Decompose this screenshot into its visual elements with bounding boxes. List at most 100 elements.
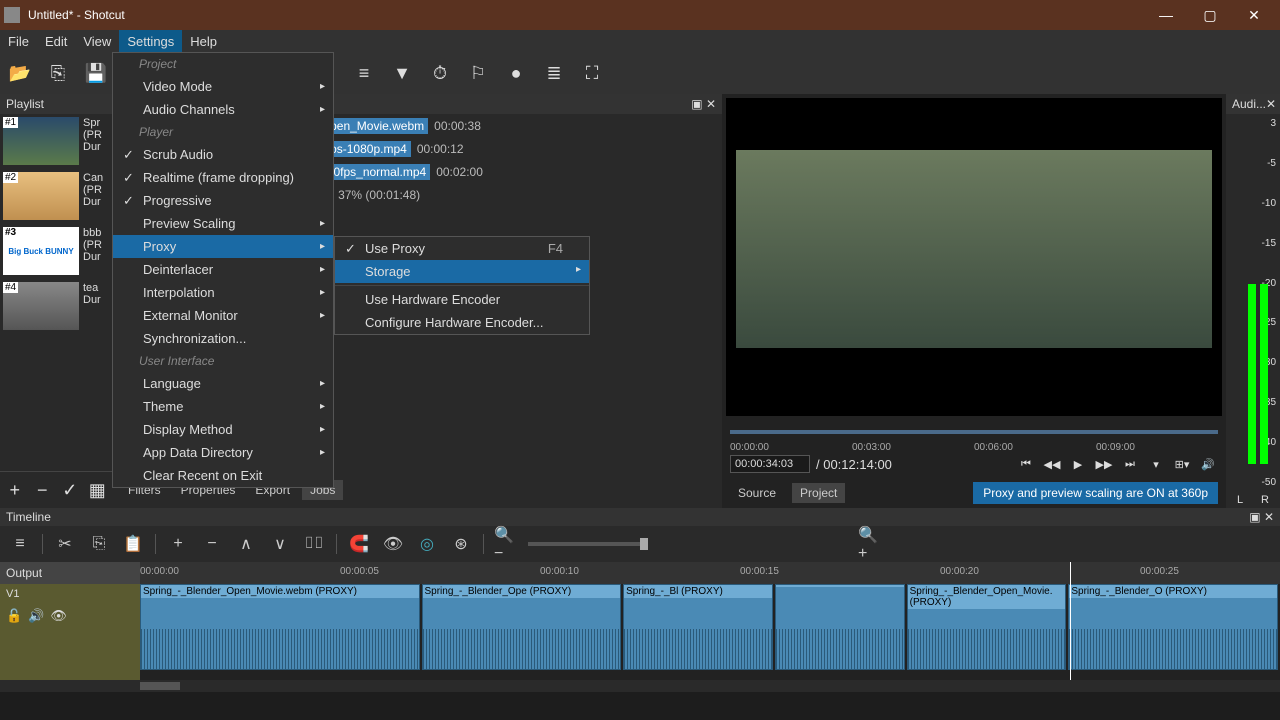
add-icon[interactable]: + (4, 476, 26, 504)
close-panel-icon[interactable]: ✕ (1264, 510, 1274, 524)
window-title: Untitled* - Shotcut (28, 8, 1144, 22)
menu-clear-recent[interactable]: Clear Recent on Exit (113, 464, 333, 487)
zoom-slider[interactable] (528, 542, 648, 546)
list-icon[interactable]: ≡ (350, 59, 378, 87)
snap-icon[interactable]: 🧲 (347, 532, 371, 556)
grid-icon[interactable]: ▦ (87, 476, 109, 504)
skip-end-icon[interactable]: ⏭ (1120, 454, 1140, 474)
menu-help[interactable]: Help (182, 30, 225, 52)
copy-icon[interactable]: ⎘ (87, 532, 111, 556)
grid-icon[interactable]: ⊞▾ (1172, 454, 1192, 474)
fullscreen-icon[interactable]: ⛶ (578, 59, 606, 87)
ripple-icon[interactable]: ◎ (415, 532, 439, 556)
menu-audio-channels[interactable]: Audio Channels▸ (113, 98, 333, 121)
close-panel-icon[interactable]: ✕ (706, 97, 716, 111)
timeline-clip[interactable] (775, 584, 905, 670)
timeline-clip[interactable]: Spring_-_Blender_Open_Movie.webm (PROXY) (140, 584, 420, 670)
current-time-input[interactable] (730, 455, 810, 473)
playhead[interactable] (1070, 562, 1071, 680)
hide-icon[interactable]: 👁 (50, 608, 67, 624)
menu-use-hw-encoder[interactable]: Use Hardware Encoder (335, 288, 589, 311)
skip-start-icon[interactable]: ⏮ (1016, 454, 1036, 474)
playlist-item[interactable]: #3Big Buck BUNNY bbb(PRDur (0, 224, 112, 279)
remove-icon[interactable]: − (32, 476, 54, 504)
menu-storage[interactable]: Storage▸ (335, 260, 589, 283)
menu-use-proxy[interactable]: ✓Use ProxyF4 (335, 237, 589, 260)
playlist-item[interactable]: #1 Spr(PRDur (0, 114, 112, 169)
lift-icon[interactable]: ∧ (234, 532, 258, 556)
filter-icon[interactable]: ▼ (388, 59, 416, 87)
menu-icon[interactable]: ≡ (8, 532, 32, 556)
menu-edit[interactable]: Edit (37, 30, 75, 52)
undock-icon[interactable]: ▣ (691, 97, 702, 111)
menu-file[interactable]: File (0, 30, 37, 52)
menu-video-mode[interactable]: Video Mode▸ (113, 75, 333, 98)
stack-icon[interactable]: ≣ (540, 59, 568, 87)
zoom-in-icon[interactable]: 🔍+ (858, 532, 882, 556)
minimize-button[interactable]: — (1144, 0, 1188, 30)
preview-panel: 00:00:00 00:03:00 00:06:00 00:09:00 / 00… (722, 94, 1226, 508)
split-icon[interactable]: ⌷⌷ (302, 532, 326, 556)
menu-display-method[interactable]: Display Method▸ (113, 418, 333, 441)
timeline-clip[interactable]: Spring_-_Bl (PROXY) (623, 584, 773, 670)
playlist-panel: Playlist #1 Spr(PRDur #2 Can(PRDur #3Big… (0, 94, 112, 508)
cut-icon[interactable]: ✂ (53, 532, 77, 556)
menu-view[interactable]: View (75, 30, 119, 52)
timeline-clip[interactable]: Spring_-_Blender_Ope (PROXY) (422, 584, 622, 670)
remove-icon[interactable]: − (200, 532, 224, 556)
menu-progressive[interactable]: ✓Progressive (113, 189, 333, 212)
menu-app-data[interactable]: App Data Directory▸ (113, 441, 333, 464)
app-icon (4, 7, 20, 23)
save-icon[interactable]: 💾 (82, 59, 110, 87)
record-icon[interactable]: ● (502, 59, 530, 87)
marker-icon[interactable]: ⚐ (464, 59, 492, 87)
check-icon[interactable]: ✓ (59, 476, 81, 504)
audio-meter-panel: Audi...✕ 3-5-10 -15-20-25 -30-35-40 -50 … (1226, 94, 1280, 508)
preview-ruler[interactable]: 00:00:00 00:03:00 00:06:00 00:09:00 (730, 420, 1218, 450)
tab-project[interactable]: Project (792, 483, 845, 503)
track-label[interactable]: V1 (0, 584, 140, 604)
lock-icon[interactable]: 🔓 (6, 608, 22, 624)
rewind-icon[interactable]: ◀◀ (1042, 454, 1062, 474)
undock-icon[interactable]: ▣ (1249, 510, 1260, 524)
close-button[interactable]: ✕ (1232, 0, 1276, 30)
menu-proxy[interactable]: Proxy▸ (113, 235, 333, 258)
maximize-button[interactable]: ▢ (1188, 0, 1232, 30)
append-icon[interactable]: ⎘ (44, 59, 72, 87)
titlebar: Untitled* - Shotcut — ▢ ✕ (0, 0, 1280, 30)
tab-source[interactable]: Source (730, 483, 784, 503)
menu-interpolation[interactable]: Interpolation▸ (113, 281, 333, 304)
menu-scrub-audio[interactable]: ✓Scrub Audio (113, 143, 333, 166)
menu-realtime[interactable]: ✓Realtime (frame dropping) (113, 166, 333, 189)
append-icon[interactable]: + (166, 532, 190, 556)
volume-icon[interactable]: 🔊 (1198, 454, 1218, 474)
timeline-ruler[interactable]: 00:00:00 00:00:05 00:00:10 00:00:15 00:0… (140, 562, 1280, 584)
zoom-out-icon[interactable]: 🔍− (494, 532, 518, 556)
playlist-item[interactable]: #4 teaDur (0, 279, 112, 334)
play-icon[interactable]: ▶ (1068, 454, 1088, 474)
menu-theme[interactable]: Theme▸ (113, 395, 333, 418)
menu-language[interactable]: Language▸ (113, 372, 333, 395)
video-preview[interactable] (726, 98, 1222, 416)
open-icon[interactable]: 📂 (6, 59, 34, 87)
mute-icon[interactable]: 🔊 (28, 608, 44, 624)
close-panel-icon[interactable]: ✕ (1266, 97, 1276, 111)
menu-config-hw-encoder[interactable]: Configure Hardware Encoder... (335, 311, 589, 334)
menu-synchronization[interactable]: Synchronization... (113, 327, 333, 350)
output-label: Output (0, 562, 140, 584)
scrub-icon[interactable]: 👁 (381, 532, 405, 556)
timeline-clip[interactable]: Spring_-_Blender_Open_Movie. (PROXY) (907, 584, 1067, 670)
menu-external-monitor[interactable]: External Monitor▸ (113, 304, 333, 327)
menu-preview-scaling[interactable]: Preview Scaling▸ (113, 212, 333, 235)
playlist-item[interactable]: #2 Can(PRDur (0, 169, 112, 224)
timer-icon[interactable]: ⏱ (426, 59, 454, 87)
timeline-clip[interactable]: Spring_-_Blender_O (PROXY) (1068, 584, 1278, 670)
menu-settings[interactable]: Settings (119, 30, 182, 52)
zoom-icon[interactable]: ▾ (1146, 454, 1166, 474)
paste-icon[interactable]: 📋 (121, 532, 145, 556)
overwrite-icon[interactable]: ∨ (268, 532, 292, 556)
forward-icon[interactable]: ▶▶ (1094, 454, 1114, 474)
timeline-scrollbar[interactable] (0, 680, 1280, 692)
menu-deinterlacer[interactable]: Deinterlacer▸ (113, 258, 333, 281)
ripple-all-icon[interactable]: ⊛ (449, 532, 473, 556)
